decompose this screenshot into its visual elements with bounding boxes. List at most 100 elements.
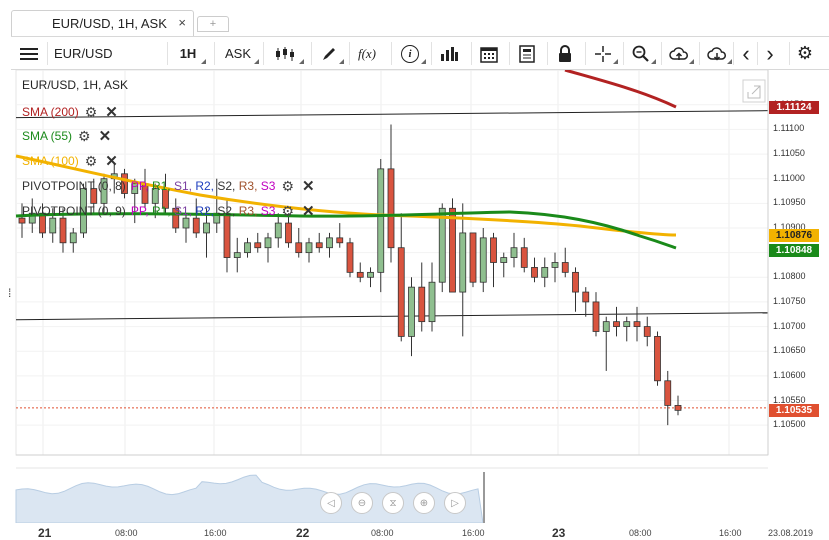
close-icon[interactable]: ✕ xyxy=(302,202,315,220)
axis-time-label: 16:00 xyxy=(719,528,742,538)
zoom-out-button[interactable]: ⊖ xyxy=(351,492,373,514)
document-icon xyxy=(519,44,535,63)
candle-body xyxy=(254,242,262,249)
tab-label: EUR/USD, 1H, ASK xyxy=(52,16,167,31)
symbol-select[interactable]: EUR/USD xyxy=(47,42,167,65)
chart-title: EUR/USD, 1H, ASK xyxy=(22,78,129,92)
pencil-icon xyxy=(323,47,335,60)
y-axis-tick-label: 1.11000 xyxy=(773,172,805,183)
candle-body xyxy=(397,247,405,337)
menu-icon xyxy=(20,47,38,60)
settings-button[interactable]: ⚙ xyxy=(789,42,820,65)
volume-button[interactable] xyxy=(431,42,466,65)
news-button[interactable] xyxy=(509,42,544,65)
chart-canvas[interactable]: ⁞ xyxy=(0,70,829,523)
gear-icon[interactable]: ⚙ xyxy=(281,203,294,220)
gear-icon[interactable]: ⚙ xyxy=(85,153,98,170)
candle-body xyxy=(315,242,323,249)
lock-button[interactable] xyxy=(547,42,582,65)
bar-chart-icon xyxy=(441,46,458,61)
prev-button[interactable]: ‹ xyxy=(733,41,758,66)
crosshair-button[interactable] xyxy=(585,42,620,65)
close-icon[interactable]: ✕ xyxy=(105,103,118,121)
symbol-label: EUR/USD xyxy=(54,46,113,61)
crosshair-icon xyxy=(595,45,611,62)
candle-body xyxy=(387,168,395,249)
candle-body xyxy=(203,222,210,234)
pivot-8-items: PP, R1, S1, R2, S2, R3, S3 xyxy=(130,179,276,193)
candle-body xyxy=(285,222,292,244)
candle-body xyxy=(459,232,467,293)
reset-view-button[interactable]: ⧖ xyxy=(382,492,404,514)
scroll-right-button[interactable]: ▷ xyxy=(444,492,466,514)
calendar-icon xyxy=(480,46,498,63)
indicator-pivot-8: PIVOTPOINT (0, 8) PP, R1, S1, R2, S2, R3… xyxy=(22,177,315,196)
chart-area[interactable]: ⁞ EUR/USD, 1H, ASK SMA (200) ⚙ ✕ SMA (55)… xyxy=(0,70,829,540)
y-axis-tick-label: 1.11050 xyxy=(773,148,805,159)
function-icon: f(x) xyxy=(357,45,377,61)
candle-body xyxy=(531,267,538,278)
close-icon[interactable]: ✕ xyxy=(99,127,112,145)
sma200-price-badge: 1.11124 xyxy=(769,101,819,114)
add-tab-button[interactable]: + xyxy=(197,16,229,32)
y-axis-tick-label: 1.10650 xyxy=(773,345,806,356)
tab-bar: EUR/USD, 1H, ASK × + xyxy=(0,0,829,36)
candle-body xyxy=(623,321,631,327)
gear-icon[interactable]: ⚙ xyxy=(78,128,91,145)
candle-body xyxy=(582,291,590,303)
indicator-pivot-9: PIVOTPOINT (0, 9) PP, R1, S1, R2, S2, R3… xyxy=(22,202,315,221)
axis-time-label: 16:00 xyxy=(462,528,485,538)
candle-body xyxy=(264,237,272,249)
close-icon[interactable]: ✕ xyxy=(105,152,118,170)
zoom-in-button[interactable]: ⊕ xyxy=(413,492,435,514)
y-axis-tick-label: 1.10750 xyxy=(773,295,806,306)
chevron-right-icon: ▷ xyxy=(451,497,459,509)
gear-icon[interactable]: ⚙ xyxy=(85,104,98,121)
download-button[interactable] xyxy=(699,42,734,65)
indicators-button[interactable]: f(x) xyxy=(349,42,384,65)
candle-body xyxy=(305,242,313,254)
calendar-button[interactable] xyxy=(471,42,506,65)
price-type-label: ASK xyxy=(224,46,251,61)
upload-button[interactable] xyxy=(661,42,696,65)
tab-close-icon[interactable]: × xyxy=(178,15,186,30)
next-button[interactable]: › xyxy=(757,41,782,66)
axis-time-label: 08:00 xyxy=(115,528,138,538)
y-axis-tick-label: 1.10700 xyxy=(773,320,806,331)
zoom-button[interactable] xyxy=(623,42,658,65)
candle-body xyxy=(274,222,282,239)
close-icon[interactable]: ✕ xyxy=(302,177,315,195)
candle-body xyxy=(520,247,528,268)
chevron-left-icon: ◁ xyxy=(327,497,335,509)
candle-body xyxy=(479,237,487,283)
draw-tool-button[interactable] xyxy=(311,42,346,65)
price-type-select[interactable]: ASK xyxy=(214,42,261,65)
candle-body xyxy=(438,207,446,283)
candle-body xyxy=(551,262,559,268)
indicator-sma100: SMA (100) ⚙ ✕ xyxy=(22,152,118,171)
timeframe-select[interactable]: 1H xyxy=(167,42,208,65)
pivot-8-prefix: PIVOTPOINT (0, 8) xyxy=(22,179,126,193)
candle-body xyxy=(192,217,200,234)
axis-end-date: 23.08.2019 xyxy=(768,528,814,538)
candle-body xyxy=(244,242,251,254)
axis-time-label: 08:00 xyxy=(629,528,652,538)
navigator-handle[interactable] xyxy=(483,472,485,523)
info-button[interactable]: i xyxy=(391,42,428,65)
candle-body xyxy=(592,301,600,332)
candle-body xyxy=(633,321,641,327)
candle-body xyxy=(295,242,303,254)
chart-type-button[interactable] xyxy=(263,42,306,65)
info-icon: i xyxy=(401,44,419,63)
tab-eurusd[interactable]: EUR/USD, 1H, ASK × xyxy=(11,10,194,36)
axis-time-label: 16:00 xyxy=(204,528,227,538)
menu-button[interactable] xyxy=(17,42,41,65)
zoom-out-icon: ⊖ xyxy=(357,497,367,509)
scroll-left-button[interactable]: ◁ xyxy=(320,492,342,514)
sma55-price-badge: 1.10848 xyxy=(769,244,819,257)
candle-body xyxy=(408,286,415,337)
gear-icon[interactable]: ⚙ xyxy=(281,178,294,195)
candle-body xyxy=(561,262,569,273)
candlestick-type-icon xyxy=(276,46,294,61)
candle-body xyxy=(356,271,364,278)
